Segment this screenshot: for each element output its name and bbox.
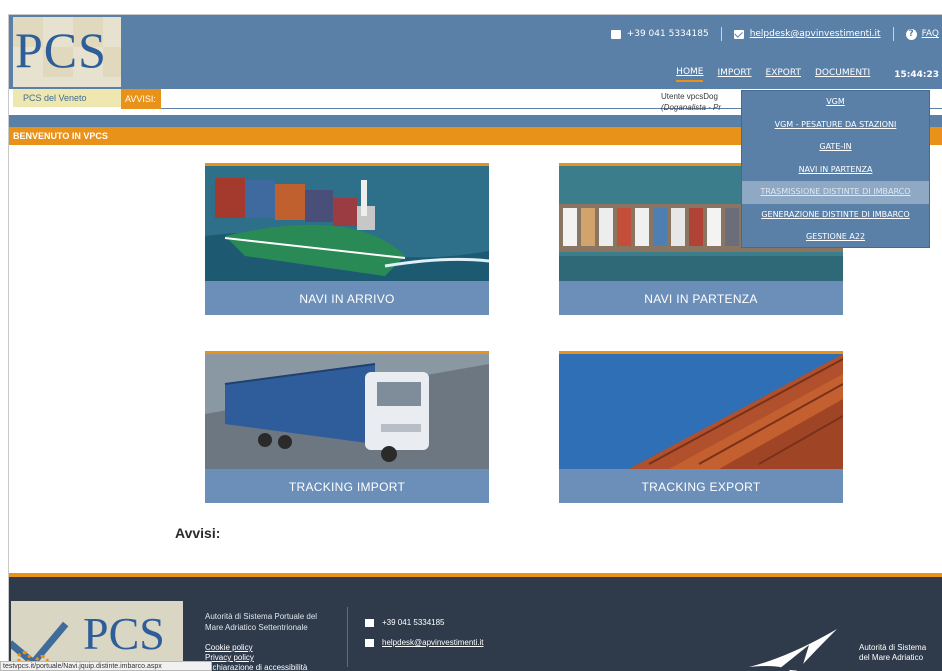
containers-image — [559, 354, 843, 469]
footer-email-link[interactable]: helpdesk@apvinvestimenti.it — [382, 638, 484, 647]
menu-item-trasmissione-distinte[interactable]: TRASMISSIONE DISTINTE DI IMBARCO — [742, 181, 929, 204]
tile-navi-in-arrivo[interactable]: NAVI IN ARRIVO — [205, 163, 489, 315]
nav-documenti[interactable]: DOCUMENTI — [815, 68, 870, 81]
tile-label: NAVI IN ARRIVO — [299, 292, 395, 306]
helpdesk-email-link[interactable]: helpdesk@apvinvestimenti.it — [750, 29, 881, 39]
status-bar-url: testvpcs.it/portuale/Navi.jquip.distinte… — [0, 661, 212, 671]
authority-line: Mare Adriatico Settentrionale — [205, 623, 308, 632]
phone-number: +39 041 5334185 — [626, 29, 709, 39]
page-frame: PCS +39 041 5334185 helpdesk@apvinvestim… — [8, 14, 942, 671]
pcs-veneto-label: PCS del Veneto — [13, 89, 121, 107]
footer: PCS Autorità di Sistema Portuale del Mar… — [9, 573, 942, 671]
menu-item-gate-in[interactable]: GATE-IN — [742, 136, 929, 159]
top-contacts: +39 041 5334185 helpdesk@apvinvestimenti… — [610, 27, 939, 41]
footer-links: Cookie policy Privacy policy Dichiarazio… — [205, 643, 307, 671]
mail-icon — [365, 638, 374, 647]
nav-export[interactable]: EXPORT — [766, 68, 801, 81]
accessibility-link[interactable]: Dichiarazione di accessibilità — [205, 663, 307, 671]
privacy-policy-link[interactable]: Privacy policy — [205, 653, 307, 663]
tile-label: TRACKING IMPORT — [288, 480, 406, 494]
main-nav: HOME IMPORT EXPORT DOCUMENTI 15:44:23 — [662, 67, 939, 82]
avvisi-heading: Avvisi: — [175, 525, 221, 541]
user-name: Utente vpcsDog — [661, 92, 718, 101]
export-dropdown-menu: VGM VGM - PESATURE DA STAZIONI GATE-IN N… — [741, 90, 930, 248]
menu-item-navi-in-partenza[interactable]: NAVI IN PARTENZA — [742, 159, 929, 182]
authority-right-line: del Mare Adriatico — [859, 653, 924, 662]
tile-tracking-import[interactable]: TRACKING IMPORT — [205, 351, 489, 503]
menu-item-vgm[interactable]: VGM — [742, 91, 929, 114]
footer-phone: +39 041 5334185 — [382, 618, 445, 627]
nav-home[interactable]: HOME — [676, 67, 704, 82]
menu-item-gestione-a22[interactable]: GESTIONE A22 — [742, 226, 929, 249]
nav-import[interactable]: IMPORT — [717, 68, 751, 81]
footer-authority-right: Autorità di Sistema del Mare Adriatico — [859, 643, 926, 663]
ship-arrival-image — [205, 166, 489, 281]
phone-icon — [610, 29, 621, 39]
menu-item-vgm-pesature[interactable]: VGM - PESATURE DA STAZIONI — [742, 114, 929, 137]
menu-item-generazione-distinte[interactable]: GENERAZIONE DISTINTE DI IMBARCO — [742, 204, 929, 227]
footer-logo-text: PCS — [83, 608, 165, 659]
user-info: Utente vpcsDog (Doganalista - Pr — [661, 91, 721, 113]
authority-right-line: Autorità di Sistema — [859, 643, 927, 652]
tile-label: TRACKING EXPORT — [641, 480, 761, 494]
mail-icon — [733, 29, 744, 39]
logo-text: PCS — [15, 22, 107, 78]
help-icon: ? — [905, 28, 917, 40]
phone-icon — [365, 618, 374, 627]
truck-image — [205, 354, 489, 469]
footer-divider — [347, 607, 348, 667]
clock: 15:44:23 — [894, 69, 939, 80]
cookie-policy-link[interactable]: Cookie policy — [205, 643, 307, 653]
authority-bird-logo — [749, 629, 837, 671]
pcs-logo[interactable]: PCS — [13, 17, 121, 87]
tile-label: NAVI IN PARTENZA — [644, 292, 758, 306]
faq-link[interactable]: FAQ — [922, 29, 939, 39]
footer-contacts: +39 041 5334185 helpdesk@apvinvestimenti… — [365, 613, 484, 653]
user-role: (Doganalista - Pr — [661, 103, 722, 112]
avvisi-label: AVVISI: — [121, 89, 161, 109]
header: PCS +39 041 5334185 helpdesk@apvinvestim… — [9, 15, 942, 89]
authority-line: Autorità di Sistema Portuale del — [205, 612, 318, 621]
footer-authority: Autorità di Sistema Portuale del Mare Ad… — [205, 611, 317, 633]
tile-tracking-export[interactable]: TRACKING EXPORT — [559, 351, 843, 503]
